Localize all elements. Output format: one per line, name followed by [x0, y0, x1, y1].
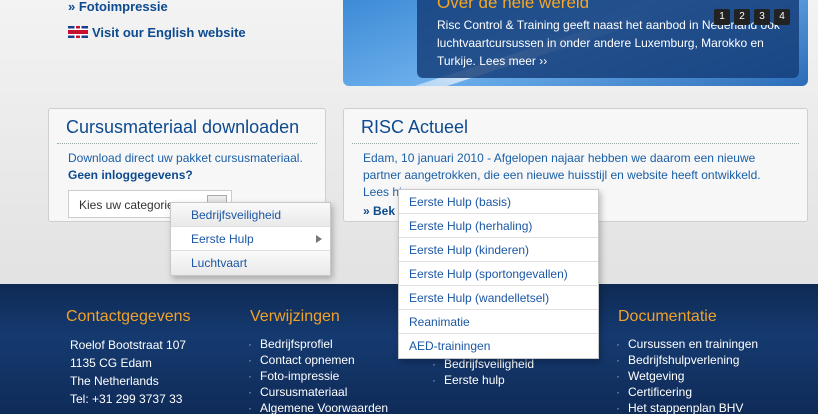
pager-4[interactable]: 4 — [774, 9, 790, 25]
no-login-link[interactable]: Geen inloggegevens? — [68, 167, 325, 184]
footer-link[interactable]: Bedrijfsprofiel — [248, 336, 388, 352]
news-text: Edam, 10 januari 2010 - Afgelopen najaar… — [363, 151, 761, 182]
footer-docs-title: Documentatie — [618, 308, 717, 325]
footer-link[interactable]: Cursussen en trainingen — [616, 336, 758, 352]
footer-address-line: 1135 CG Edam — [70, 356, 152, 370]
fotoimpressie-link[interactable]: » Fotoimpressie — [68, 0, 246, 15]
menu-item-bedrijfsveiligheid[interactable]: Bedrijfsveiligheid — [171, 203, 330, 227]
category-menu: Bedrijfsveiligheid Eerste Hulp Luchtvaar… — [170, 202, 331, 276]
footer-link[interactable]: Foto-impressie — [248, 368, 388, 384]
download-box-title: Cursusmateriaal downloaden — [66, 117, 300, 137]
footer-link[interactable]: Wetgeving — [616, 368, 758, 384]
submenu-item[interactable]: Reanimatie — [399, 310, 598, 334]
footer-address-line: Roelof Bootstraat 107 — [70, 338, 187, 352]
hero-banner[interactable]: Over de hele wereld Risc Control & Train… — [343, 0, 808, 86]
footer-docs: Documentatie Cursussen en trainingen Bed… — [616, 308, 758, 414]
english-link-label: Visit our English website — [92, 25, 246, 40]
footer-address-line: The Netherlands — [70, 374, 159, 388]
menu-item-luchtvaart[interactable]: Luchtvaart — [171, 251, 330, 275]
footer-link[interactable]: Het stappenplan BHV — [616, 400, 758, 414]
download-intro: Download direct uw pakket cursusmateriaa… — [68, 151, 303, 165]
category-select-value: Kies uw categorie — [79, 198, 174, 212]
pager-1[interactable]: 1 — [714, 9, 730, 25]
footer-phone: Tel: +31 299 3737 33 — [70, 392, 183, 406]
menu-item-eerste-hulp[interactable]: Eerste Hulp — [171, 227, 330, 251]
top-links: » Fotoimpressie Visit our English websit… — [68, 0, 246, 40]
download-box-text: Download direct uw pakket cursusmateriaa… — [49, 144, 325, 184]
pager-3[interactable]: 3 — [754, 9, 770, 25]
submenu-eerste-hulp: Eerste Hulp (basis) Eerste Hulp (herhali… — [398, 189, 599, 359]
menu-item-label: Eerste Hulp — [191, 232, 254, 246]
pager-2[interactable]: 2 — [734, 9, 750, 25]
submenu-item[interactable]: Eerste Hulp (basis) — [399, 190, 598, 214]
submenu-item[interactable]: Eerste Hulp (herhaling) — [399, 214, 598, 238]
submenu-item[interactable]: AED-trainingen — [399, 334, 598, 358]
footer-mid: Bedrijfsveiligheid Eerste hulp — [432, 356, 534, 388]
footer-link[interactable]: Bedrijfshulpverlening — [616, 352, 758, 368]
footer-link[interactable]: Certificering — [616, 384, 758, 400]
footer-contact: Contactgegevens Roelof Bootstraat 107 11… — [66, 308, 191, 408]
submenu-item[interactable]: Eerste Hulp (wandelletsel) — [399, 286, 598, 310]
slide-pager: 1 2 3 4 — [714, 9, 790, 25]
footer-contact-title: Contactgegevens — [66, 308, 191, 325]
submenu-arrow-icon — [316, 235, 322, 243]
footer-link[interactable]: Cursusmateriaal — [248, 384, 388, 400]
submenu-item[interactable]: Eerste Hulp (sportongevallen) — [399, 262, 598, 286]
submenu-item[interactable]: Eerste Hulp (kinderen) — [399, 238, 598, 262]
footer-link[interactable]: Algemene Voorwaarden — [248, 400, 388, 414]
footer-link[interactable]: Eerste hulp — [432, 372, 534, 388]
news-box-title: RISC Actueel — [361, 117, 469, 137]
english-website-link[interactable]: Visit our English website — [68, 25, 246, 40]
footer-refs-title: Verwijzingen — [250, 308, 340, 325]
footer-link[interactable]: Contact opnemen — [248, 352, 388, 368]
uk-flag-icon — [68, 26, 88, 38]
footer-refs: Verwijzingen Bedrijfsprofiel Contact opn… — [248, 308, 388, 414]
